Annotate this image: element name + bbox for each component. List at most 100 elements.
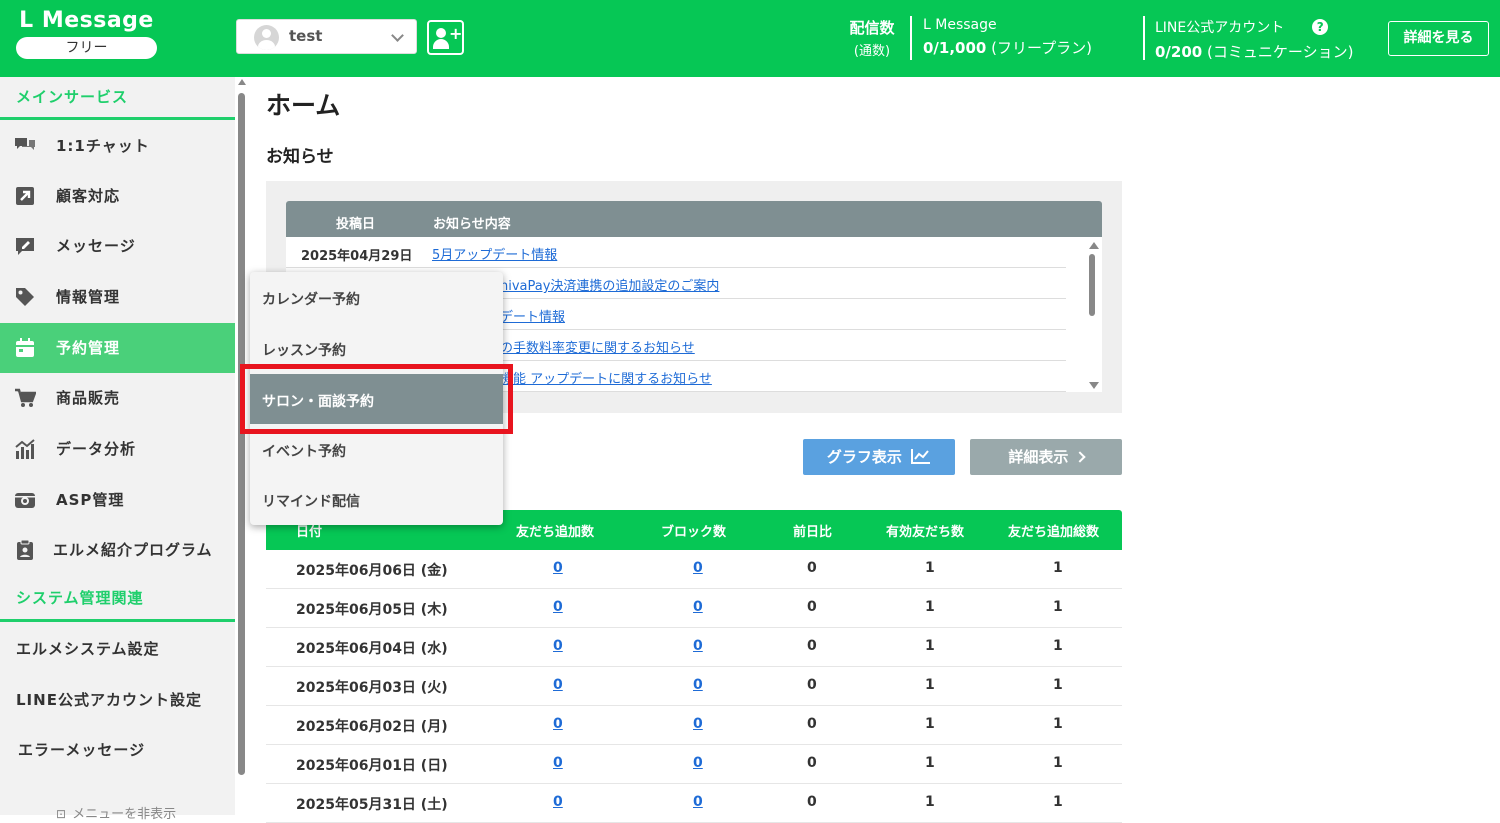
submenu-label: カレンダー予約 — [262, 292, 360, 308]
cell-add[interactable]: 0 — [553, 794, 563, 810]
help-icon[interactable]: ? — [1312, 19, 1329, 35]
sidebar-scroll-up-icon[interactable] — [238, 79, 246, 85]
cell-valid: 1 — [925, 794, 935, 810]
line-chart-icon — [911, 449, 931, 464]
submenu-label: イベント予約 — [262, 444, 346, 460]
cell-date: 2025年06月04日 (水) — [296, 641, 448, 657]
sidebar-item-line-settings[interactable]: LINE公式アカウント設定 — [16, 689, 202, 710]
detail-view-button[interactable]: 詳細表示 — [970, 439, 1122, 475]
sidebar-item-chat[interactable]: 1:1チャット — [0, 121, 235, 171]
chevron-right-icon — [1073, 451, 1086, 463]
detail-view-label: 詳細表示 — [1008, 448, 1069, 466]
cell-valid: 1 — [925, 677, 935, 693]
sidebar-item-reservation[interactable]: 予約管理 — [0, 323, 235, 373]
sidebar-item-referral[interactable]: エルメ紹介プログラム — [0, 525, 235, 575]
add-user-button[interactable]: + — [427, 20, 464, 55]
collapse-icon: ⊡ — [56, 807, 67, 821]
cell-block[interactable]: 0 — [693, 599, 703, 615]
cell-block[interactable]: 0 — [693, 560, 703, 576]
news-link[interactable]: の手数料率変更に関するお知らせ — [500, 337, 695, 356]
news-link[interactable]: デート情報 — [500, 306, 565, 325]
news-header-content: お知らせ内容 — [433, 217, 511, 232]
col-diff: 前日比 — [793, 525, 833, 540]
page-title: ホーム — [266, 91, 341, 120]
cell-block[interactable]: 0 — [693, 755, 703, 771]
news-scroll-down-icon[interactable] — [1089, 382, 1099, 389]
cell-add[interactable]: 0 — [553, 599, 563, 615]
submenu-remind-delivery[interactable]: リマインド配信 — [250, 474, 503, 524]
news-heading: お知らせ — [266, 147, 334, 167]
submenu-label: レッスン予約 — [262, 343, 346, 359]
cell-block[interactable]: 0 — [693, 677, 703, 693]
clipboard-icon — [14, 539, 36, 561]
sidebar-item-message[interactable]: メッセージ — [0, 221, 235, 271]
top-header: L Message フリー test + 配信数 (通数) L Message … — [0, 0, 1500, 77]
account-select[interactable]: test — [236, 19, 417, 54]
cell-total: 1 — [1053, 677, 1063, 693]
cell-total: 1 — [1053, 599, 1063, 615]
col-block: ブロック数 — [661, 525, 727, 540]
sidebar-item-label: 1:1チャット — [56, 137, 150, 155]
news-header-date: 投稿日 — [336, 217, 376, 232]
plus-icon: + — [449, 24, 463, 43]
system-section-heading: システム管理関連 — [16, 589, 144, 607]
cell-add[interactable]: 0 — [553, 716, 563, 732]
hide-menu-link[interactable]: ⊡ メニューを非表示 — [56, 803, 176, 822]
table-row: 2025年05月31日 (土) 0 0 0 1 1 — [266, 784, 1122, 823]
sidebar-item-label: メッセージ — [56, 237, 136, 255]
table-row: 2025年06月06日 (金) 0 0 0 1 1 — [266, 550, 1122, 589]
view-details-button[interactable]: 詳細を見る — [1388, 21, 1489, 56]
sidebar-item-customer[interactable]: 顧客対応 — [0, 171, 235, 221]
cell-block[interactable]: 0 — [693, 638, 703, 654]
sidebar-item-analytics[interactable]: データ分析 — [0, 424, 235, 474]
sidebar-item-label: ASP管理 — [56, 491, 125, 509]
sidebar-item-system-settings[interactable]: エルメシステム設定 — [16, 638, 160, 659]
sidebar-item-label: エルメ紹介プログラム — [53, 541, 213, 559]
sidebar-scrollbar[interactable] — [238, 93, 245, 775]
cell-diff: 0 — [807, 755, 817, 771]
sidebar-item-error-messages[interactable]: エラーメッセージ — [18, 739, 145, 760]
main-services-heading: メインサービス — [16, 88, 129, 106]
plan-badge: フリー — [16, 37, 157, 59]
cell-add[interactable]: 0 — [553, 677, 563, 693]
table-row: 2025年06月01日 (日) 0 0 0 1 1 — [266, 745, 1122, 784]
section-divider — [0, 117, 235, 120]
logo[interactable]: L Message フリー — [16, 8, 157, 59]
chart-icon — [14, 438, 36, 460]
news-scroll-up-icon[interactable] — [1089, 242, 1099, 249]
cell-total: 1 — [1053, 794, 1063, 810]
cell-valid: 1 — [925, 560, 935, 576]
cell-total: 1 — [1053, 560, 1063, 576]
cell-date: 2025年06月05日 (木) — [296, 602, 448, 618]
cell-diff: 0 — [807, 677, 817, 693]
sidebar-item-asp[interactable]: ASP管理 — [0, 475, 235, 525]
arrow-box-icon — [14, 185, 36, 207]
avatar-icon — [254, 25, 279, 50]
user-body-icon — [433, 39, 449, 49]
col-total: 友だち追加総数 — [1008, 525, 1100, 540]
cell-valid: 1 — [925, 716, 935, 732]
news-link[interactable]: 5月アップデート情報 — [432, 244, 557, 263]
line-label: LINE公式アカウント — [1155, 20, 1285, 36]
lmessage-usage: L Message 0/1,000 (フリープラン) — [923, 17, 1092, 58]
table-row: 2025年06月03日 (火) 0 0 0 1 1 — [266, 667, 1122, 706]
cell-block[interactable]: 0 — [693, 794, 703, 810]
calendar-icon — [14, 337, 36, 359]
submenu-calendar-reservation[interactable]: カレンダー予約 — [250, 272, 503, 322]
cell-add[interactable]: 0 — [553, 638, 563, 654]
cell-add[interactable]: 0 — [553, 755, 563, 771]
delivery-count-unit: (通数) — [853, 44, 891, 59]
line-count: 0/200 — [1155, 43, 1203, 61]
news-link[interactable]: 機能 アップデートに関するお知らせ — [500, 368, 712, 387]
sidebar-item-info[interactable]: 情報管理 — [0, 272, 235, 322]
table-row: 2025年06月05日 (木) 0 0 0 1 1 — [266, 589, 1122, 628]
cell-add[interactable]: 0 — [553, 560, 563, 576]
news-scrollbar[interactable] — [1089, 254, 1095, 316]
cell-block[interactable]: 0 — [693, 716, 703, 732]
sidebar-item-sales[interactable]: 商品販売 — [0, 373, 235, 423]
sidebar-item-label: 予約管理 — [56, 339, 121, 357]
graph-view-button[interactable]: グラフ表示 — [803, 439, 955, 475]
delivery-count-title: 配信数 — [849, 19, 895, 37]
news-link[interactable]: hivaPay決済連携の追加設定のご案内 — [500, 275, 719, 294]
cell-diff: 0 — [807, 599, 817, 615]
